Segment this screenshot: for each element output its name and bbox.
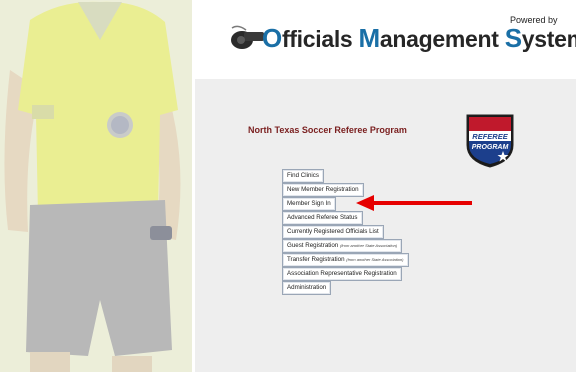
logo-word-systems: ystems	[521, 26, 576, 52]
referee-program-badge: REFEREE PROGRAM	[466, 114, 514, 168]
menu-label: Administration	[287, 284, 327, 291]
logo-cap-o: O	[262, 23, 282, 53]
menu-sublabel: (from another State Association)	[346, 257, 404, 262]
transfer-registration-button[interactable]: Transfer Registration (from another Stat…	[282, 253, 409, 267]
logo-word-management: anagement	[379, 26, 505, 52]
referee-photo	[0, 0, 192, 372]
logo-word-officials: fficials	[281, 26, 359, 52]
menu-label: Guest Registration	[287, 242, 339, 249]
menu-label: Member Sign In	[287, 200, 331, 207]
menu-label: Currently Registered Officials List	[287, 228, 379, 235]
logo-cap-m: M	[358, 23, 381, 53]
main-content	[195, 79, 576, 372]
member-sign-in-button[interactable]: Member Sign In	[282, 197, 336, 211]
program-title: North Texas Soccer Referee Program	[248, 125, 407, 135]
menu-label: Association Representative Registration	[287, 270, 397, 277]
new-member-registration-button[interactable]: New Member Registration	[282, 183, 364, 197]
menu-label: Find Clinics	[287, 172, 319, 179]
find-clinics-button[interactable]: Find Clinics	[282, 169, 324, 183]
registered-officials-list-button[interactable]: Currently Registered Officials List	[282, 225, 384, 239]
guest-registration-button[interactable]: Guest Registration (from another State A…	[282, 239, 403, 253]
badge-text-referee: REFEREE	[472, 132, 508, 141]
menu-label: New Member Registration	[287, 186, 359, 193]
menu-label: Transfer Registration	[287, 256, 345, 263]
association-rep-registration-button[interactable]: Association Representative Registration	[282, 267, 402, 281]
badge-text-program: PROGRAM	[472, 144, 509, 151]
red-arrow-annotation	[356, 195, 472, 211]
advanced-referee-status-button[interactable]: Advanced Referee Status	[282, 211, 363, 225]
administration-button[interactable]: Administration	[282, 281, 332, 295]
menu-sublabel: (from another State Association)	[339, 243, 398, 248]
menu-label: Advanced Referee Status	[287, 214, 358, 221]
logo-cap-s: S	[504, 23, 522, 53]
site-logo[interactable]: Officials Management Systems	[262, 23, 576, 54]
